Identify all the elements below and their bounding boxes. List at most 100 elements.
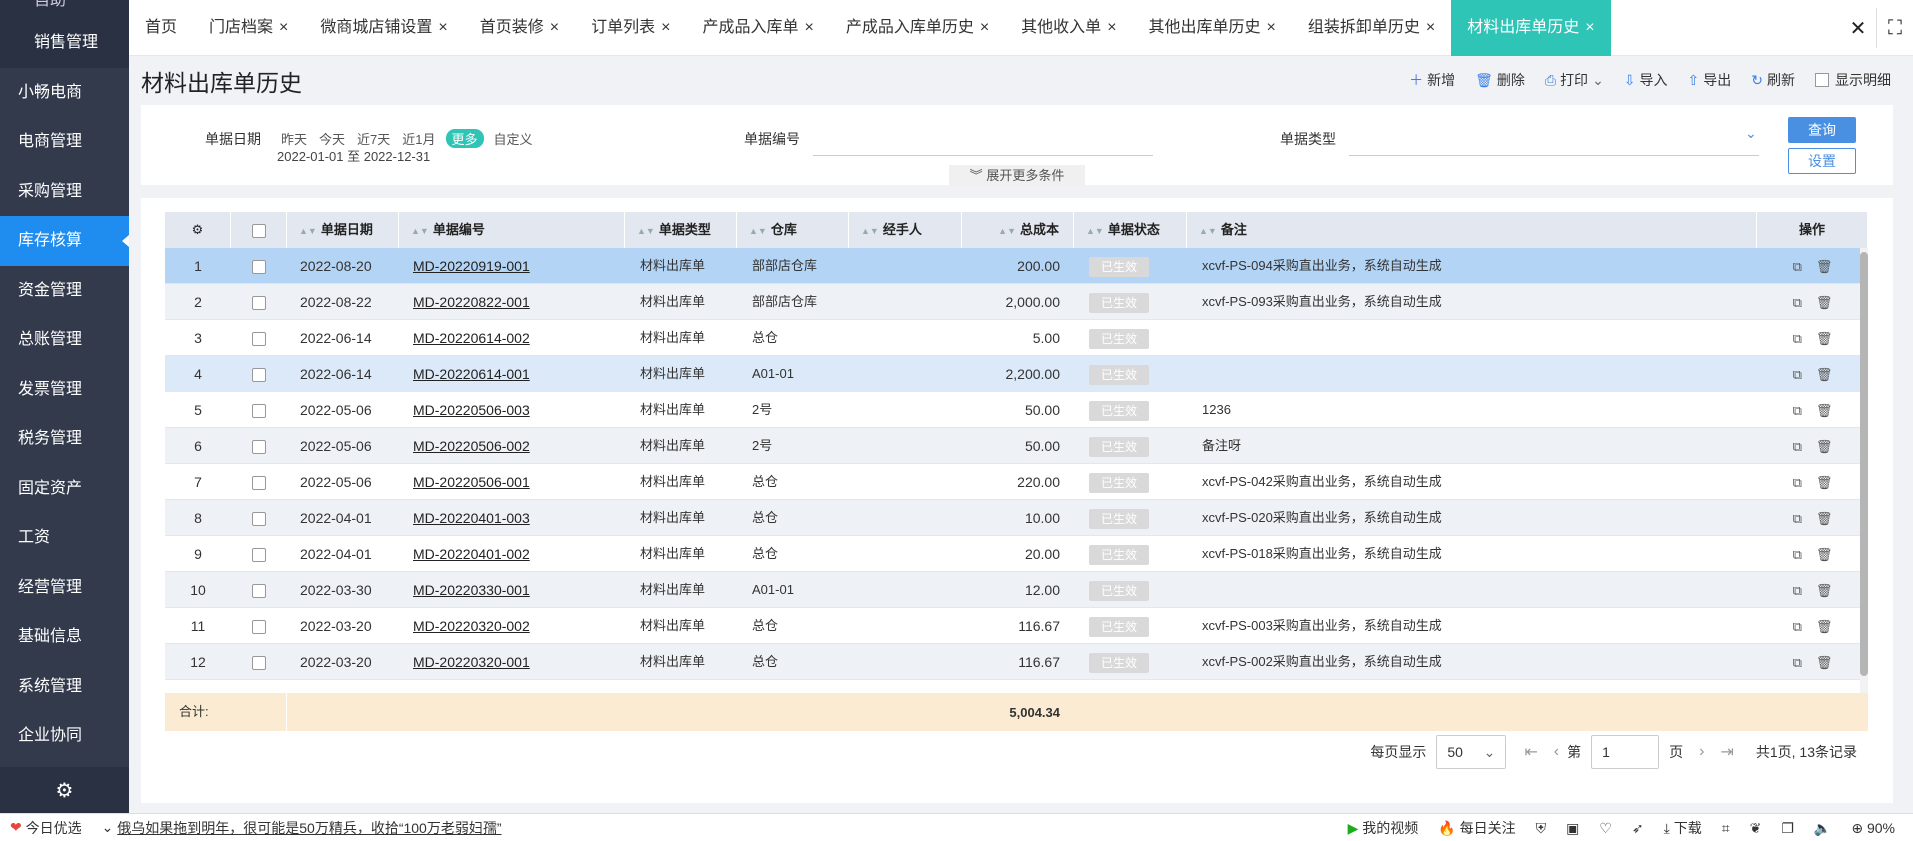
tab-close-icon[interactable]: × (1107, 0, 1116, 56)
zoom[interactable]: ⊕ 90% (1851, 820, 1895, 837)
settings-gear-icon[interactable]: ⚙ (0, 767, 129, 813)
date-range-value[interactable]: 2022-01-01 至 2022-12-31 (277, 146, 430, 165)
sidebar-item[interactable]: 系统管理 (0, 662, 129, 712)
leaf-icon[interactable]: ❦ (1750, 820, 1762, 837)
trash-icon[interactable]: 🗑 (1816, 619, 1833, 634)
table-row[interactable]: 8 2022-04-01 MD-20220401-003 材料出库单 总仓 10.00 已生… (165, 500, 1868, 536)
tab-close-icon[interactable]: × (804, 0, 813, 56)
cast-icon[interactable]: ⌗ (1722, 820, 1730, 837)
news-ticker[interactable]: ⌄ 俄乌如果拖到明年，很可能是50万精兵，收拾“100万老弱妇孺” (102, 818, 502, 838)
import-button[interactable]: ⇩ 导入 (1624, 70, 1668, 90)
table-row[interactable]: 10 2022-03-30 MD-20220330-001 材料出库单 A01-01 12… (165, 572, 1868, 608)
tab[interactable]: 其他出库单历史 × (1133, 0, 1292, 56)
row-checkbox[interactable] (252, 259, 266, 274)
row-code-link[interactable]: MD-20220614-001 (413, 366, 530, 382)
news-headline[interactable]: 俄乌如果拖到明年，很可能是50万精兵，收拾“100万老弱妇孺” (117, 818, 501, 838)
trash-icon[interactable]: 🗑 (1816, 547, 1833, 562)
view-icon[interactable]: ⧉ (1793, 367, 1802, 382)
per-page-select[interactable]: 50 ⌄ (1436, 735, 1507, 769)
sidebar-item[interactable]: 小畅电商 (0, 68, 129, 118)
sidebar-item[interactable]: 基础信息 (0, 612, 129, 662)
image-icon[interactable]: ▣ (1566, 820, 1579, 837)
page-number-input[interactable]: 1 (1591, 735, 1660, 769)
sidebar-item[interactable]: 经营管理 (0, 563, 129, 613)
window-icon[interactable]: ❐ (1781, 820, 1794, 837)
table-row[interactable]: 2 2022-08-22 MD-20220822-001 材料出库单 部部店仓库 2,00… (165, 284, 1868, 320)
row-checkbox[interactable] (252, 295, 266, 310)
tab-close-icon[interactable]: × (1585, 0, 1594, 56)
header-type[interactable]: ▲▼ 单据类型 (625, 212, 737, 248)
row-checkbox[interactable] (252, 511, 266, 526)
row-code-link[interactable]: MD-20220506-002 (413, 438, 530, 454)
tab[interactable]: 产成品入库单 × (686, 0, 829, 56)
tab-close-icon[interactable]: × (1426, 0, 1435, 56)
show-detail-checkbox[interactable]: 显示明细 (1815, 70, 1891, 90)
view-icon[interactable]: ⧉ (1793, 331, 1802, 346)
row-checkbox[interactable] (252, 583, 266, 598)
query-button[interactable]: 查询 (1788, 117, 1856, 143)
view-icon[interactable]: ⧉ (1793, 259, 1802, 274)
table-row[interactable]: 5 2022-05-06 MD-20220506-003 材料出库单 2号 50.00 已生… (165, 392, 1868, 428)
next-page-icon[interactable]: › (1699, 743, 1704, 761)
tab[interactable]: 微商城店铺设置 × (304, 0, 463, 56)
last-page-icon[interactable]: ⇥ (1720, 742, 1733, 762)
first-page-icon[interactable]: ⇤ (1524, 742, 1537, 762)
header-status[interactable]: ▲▼ 单据状态 (1074, 212, 1187, 248)
table-row[interactable]: 6 2022-05-06 MD-20220506-002 材料出库单 2号 50.00 已生… (165, 428, 1868, 464)
tab-close-icon[interactable]: × (1267, 0, 1276, 56)
header-note[interactable]: ▲▼ 备注 (1187, 212, 1757, 248)
row-code-link[interactable]: MD-20220320-001 (413, 654, 530, 670)
row-checkbox[interactable] (252, 655, 266, 670)
trash-icon[interactable]: 🗑 (1816, 583, 1833, 598)
sidebar-item[interactable]: 工资 (0, 513, 129, 563)
header-date[interactable]: ▲▼ 单据日期 (287, 212, 399, 248)
trash-icon[interactable]: 🗑 (1816, 295, 1833, 310)
table-row[interactable]: 12 2022-03-20 MD-20220320-001 材料出库单 总仓 116.67… (165, 644, 1868, 680)
tab-close-icon[interactable]: × (438, 0, 447, 56)
view-icon[interactable]: ⧉ (1793, 403, 1802, 418)
add-button[interactable]: ＋新增 (1409, 70, 1455, 90)
row-checkbox[interactable] (252, 403, 266, 418)
trash-icon[interactable]: 🗑 (1816, 475, 1833, 490)
header-handler[interactable]: ▲▼ 经手人 (849, 212, 962, 248)
sidebar-item[interactable]: 库存核算 (0, 216, 129, 266)
trash-icon[interactable]: 🗑 (1816, 511, 1833, 526)
sidebar-item[interactable]: 总账管理 (0, 315, 129, 365)
view-icon[interactable]: ⧉ (1793, 511, 1802, 526)
daily-pick[interactable]: ❤ 今日优选 (10, 818, 82, 838)
trash-icon[interactable]: 🗑 (1816, 367, 1833, 382)
row-checkbox[interactable] (252, 619, 266, 634)
header-code[interactable]: ▲▼ 单据编号 (399, 212, 625, 248)
row-checkbox[interactable] (252, 367, 266, 382)
row-code-link[interactable]: MD-20220614-002 (413, 330, 530, 346)
table-row[interactable]: 9 2022-04-01 MD-20220401-002 材料出库单 总仓 20.00 已生… (165, 536, 1868, 572)
close-all-tabs-icon[interactable]: ✕ (1840, 16, 1876, 41)
quick-date-option[interactable]: 自定义 (492, 129, 535, 148)
sidebar-item[interactable]: 企业协同 (0, 711, 129, 761)
tab-close-icon[interactable]: × (980, 0, 989, 56)
view-icon[interactable]: ⧉ (1793, 439, 1802, 454)
row-code-link[interactable]: MD-20220506-003 (413, 402, 530, 418)
table-row[interactable]: 4 2022-06-14 MD-20220614-001 材料出库单 A01-01 2,2… (165, 356, 1868, 392)
table-row[interactable]: 7 2022-05-06 MD-20220506-001 材料出库单 总仓 220.00 已… (165, 464, 1868, 500)
tab[interactable]: 首页装修 × (464, 0, 575, 56)
row-code-link[interactable]: MD-20220506-001 (413, 474, 530, 490)
header-warehouse[interactable]: ▲▼ 仓库 (737, 212, 849, 248)
table-row[interactable]: 3 2022-06-14 MD-20220614-002 材料出库单 总仓 5.00 已生效… (165, 320, 1868, 356)
speaker-icon[interactable]: 🔈 (1814, 820, 1831, 837)
quick-date-option[interactable]: 更多 (445, 129, 484, 148)
sidebar-item[interactable]: 资金管理 (0, 266, 129, 316)
select-all-checkbox[interactable] (251, 223, 266, 238)
fullscreen-icon[interactable]: ⛶ (1877, 17, 1913, 40)
download[interactable]: ⤓ 下载 (1664, 818, 1702, 838)
row-checkbox[interactable] (252, 475, 266, 490)
trash-icon[interactable]: 🗑 (1816, 439, 1833, 454)
tab-close-icon[interactable]: × (279, 0, 288, 56)
row-checkbox[interactable] (252, 331, 266, 346)
view-icon[interactable]: ⧉ (1793, 655, 1802, 670)
tab[interactable]: 订单列表 × (575, 0, 686, 56)
tab[interactable]: 产成品入库单历史 × (830, 0, 1005, 56)
export-button[interactable]: ⇧ 导出 (1688, 70, 1732, 90)
row-checkbox[interactable] (252, 439, 266, 454)
view-icon[interactable]: ⧉ (1793, 295, 1802, 310)
